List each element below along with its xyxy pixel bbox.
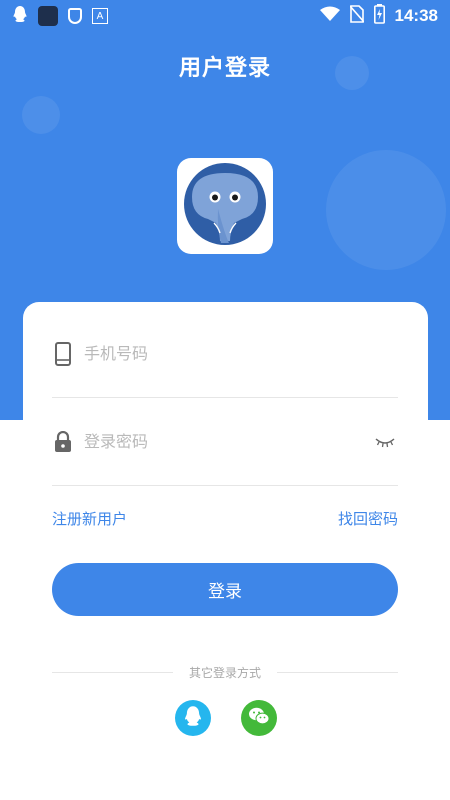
password-field-row	[52, 398, 398, 486]
login-card: 注册新用户 找回密码 登录 其它登录方式	[23, 302, 428, 800]
status-time: 14:38	[394, 6, 438, 25]
qq-notification-icon	[12, 5, 28, 27]
other-login-label: 其它登录方式	[189, 666, 262, 680]
password-input[interactable]	[84, 432, 372, 451]
divider-line	[52, 672, 173, 673]
battery-icon	[373, 4, 385, 28]
eye-closed-icon[interactable]	[372, 432, 398, 452]
decorative-circle	[22, 96, 60, 134]
phone-input[interactable]	[84, 344, 398, 363]
forgot-password-link[interactable]: 找回密码	[338, 508, 398, 529]
auth-links: 注册新用户 找回密码	[52, 508, 398, 529]
app-logo	[177, 158, 273, 254]
register-link[interactable]: 注册新用户	[52, 508, 127, 529]
page-title: 用户登录	[178, 56, 271, 81]
a-icon: A	[92, 8, 108, 24]
login-button[interactable]: 登录	[52, 563, 398, 616]
qq-login-button[interactable]	[175, 700, 211, 736]
elephant-logo-icon	[184, 163, 266, 249]
other-login-divider: 其它登录方式	[52, 664, 399, 681]
decorative-circle	[326, 150, 446, 270]
wechat-icon	[248, 706, 270, 730]
shield-icon	[68, 8, 82, 24]
wifi-icon	[319, 6, 340, 26]
app-icon	[38, 6, 58, 26]
phone-icon	[52, 341, 74, 367]
no-sim-icon	[348, 5, 365, 27]
phone-field-row	[52, 310, 398, 398]
divider-line	[277, 672, 399, 673]
wechat-login-button[interactable]	[241, 700, 277, 736]
lock-icon	[52, 429, 74, 455]
status-bar: A 14:38	[0, 0, 450, 32]
qq-icon	[183, 705, 203, 731]
